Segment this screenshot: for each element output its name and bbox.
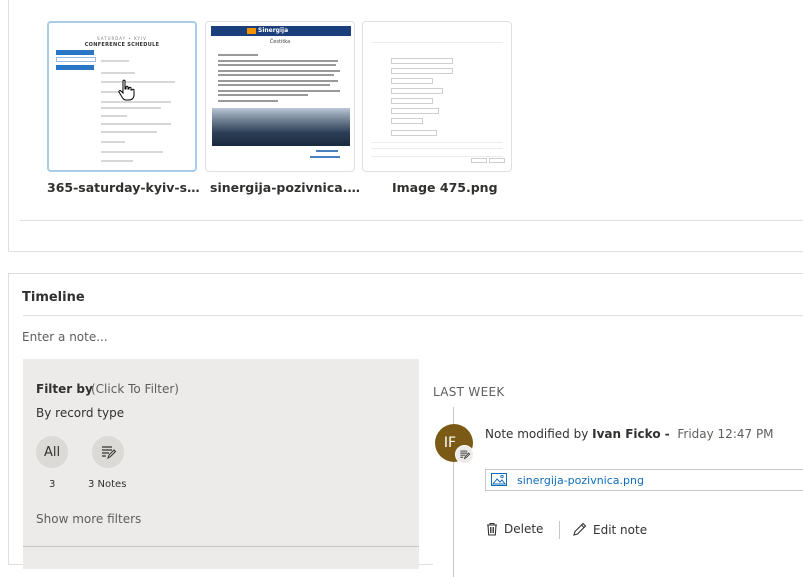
thumb-button	[489, 158, 505, 163]
image-file-icon	[491, 473, 507, 486]
note-action: Note modified by	[485, 427, 589, 441]
filter-notes-button[interactable]	[92, 436, 124, 468]
record-type-label: By record type	[36, 406, 125, 420]
thumb-line	[371, 156, 503, 157]
thumb-line	[218, 60, 338, 62]
filter-hint: (Click To Filter)	[91, 382, 179, 396]
filter-all-label: All	[43, 444, 61, 460]
attachments-panel: SATURDAY • KYIV CONFERENCE SCHEDULE Sine…	[8, 0, 803, 252]
thumb-line	[101, 81, 175, 83]
filter-by-label: Filter by	[36, 382, 93, 396]
filter-all-button[interactable]: All	[36, 436, 68, 468]
attachment-thumbnail-image475[interactable]	[362, 21, 512, 172]
attachment-name[interactable]: sinergija-pozivnica.png	[210, 180, 360, 195]
thumb-line	[218, 94, 308, 96]
timeline-panel: Timeline Filter by (Click To Filter) By …	[8, 273, 803, 577]
thumb-field	[391, 88, 443, 94]
timeline-title: Timeline	[22, 290, 85, 305]
delete-label: Delete	[504, 522, 544, 536]
thumb-decoration	[56, 57, 96, 62]
thumb-line	[218, 100, 278, 102]
thumb-line	[218, 90, 340, 92]
thumb-field	[391, 130, 437, 136]
attachment-thumbnail-schedule[interactable]: SATURDAY • KYIV CONFERENCE SCHEDULE	[47, 21, 197, 172]
note-input[interactable]	[22, 330, 782, 344]
thumb-field	[391, 58, 453, 64]
thumb-field	[391, 108, 439, 114]
thumb-line	[218, 80, 338, 82]
thumb-photo	[212, 108, 350, 146]
edit-note-label: Edit note	[593, 522, 648, 537]
trash-icon	[487, 522, 497, 536]
attachment-thumbnail-sinergija[interactable]: Sinergija Čestitka	[205, 21, 355, 172]
thumb-line	[371, 148, 503, 149]
thumb-line	[218, 54, 258, 56]
thumb-line	[218, 70, 340, 72]
thumb-field	[391, 118, 423, 124]
thumb-decoration	[56, 50, 94, 55]
filter-notes-count: 3 Notes	[88, 479, 127, 490]
attachment-link[interactable]: sinergija-pozivnica.png	[517, 474, 644, 487]
thumb-line	[101, 101, 171, 103]
thumb-field	[391, 68, 453, 74]
period-label: LAST WEEK	[433, 385, 505, 399]
thumb-line	[101, 72, 135, 74]
note-badge-icon	[455, 445, 474, 464]
pencil-icon	[573, 522, 587, 536]
thumb-line	[310, 156, 340, 158]
hand-cursor-icon	[118, 79, 135, 101]
thumb-line	[101, 115, 127, 117]
avatar-initials: IF	[443, 435, 457, 451]
thumb-decoration	[56, 65, 94, 70]
thumb-line	[101, 131, 157, 133]
note-attachment[interactable]: sinergija-pozivnica.png	[485, 469, 803, 491]
divider	[23, 546, 419, 547]
edit-note-button[interactable]: Edit note	[572, 522, 647, 537]
thumb-banner: Sinergija	[211, 26, 351, 36]
thumb-line	[316, 150, 338, 152]
thumb-line	[218, 64, 336, 66]
thumb-line	[101, 151, 163, 153]
thumb-title: CONFERENCE SCHEDULE	[84, 42, 160, 48]
thumb-brand: Sinergija	[258, 27, 289, 34]
filter-all-count: 3	[49, 479, 56, 490]
thumb-line	[218, 74, 334, 76]
note-time: Friday 12:47 PM	[677, 427, 774, 441]
thumb-line	[101, 60, 129, 62]
attachment-name[interactable]: Image 475.png	[392, 180, 502, 195]
attachment-name[interactable]: 365-saturday-kyiv-sche...	[47, 180, 202, 195]
show-more-filters-link[interactable]: Show more filters	[36, 512, 141, 526]
thumb-line	[101, 123, 171, 125]
thumb-line	[101, 141, 125, 143]
thumb-button	[471, 158, 487, 163]
thumb-subtitle: Čestitka	[269, 39, 291, 45]
note-header: Note modified by Ivan Ficko - Friday 12:…	[485, 427, 774, 441]
note-author[interactable]: Ivan Ficko -	[592, 427, 670, 441]
divider	[20, 220, 803, 221]
divider	[23, 315, 803, 316]
thumb-line	[101, 160, 133, 162]
thumb-line	[218, 84, 330, 86]
delete-button[interactable]: Delete	[486, 522, 543, 536]
filter-pane: Filter by (Click To Filter) By record ty…	[23, 359, 419, 569]
thumb-line	[371, 42, 503, 43]
thumb-line	[371, 142, 503, 143]
thumb-small-header: SATURDAY • KYIV	[97, 36, 147, 41]
divider	[559, 521, 560, 539]
thumb-field	[391, 98, 433, 104]
activity-pane: LAST WEEK IF Note modified by Ivan Ficko…	[433, 359, 803, 577]
note-icon	[102, 446, 116, 460]
thumb-line	[101, 107, 161, 109]
thumb-field	[391, 78, 433, 84]
